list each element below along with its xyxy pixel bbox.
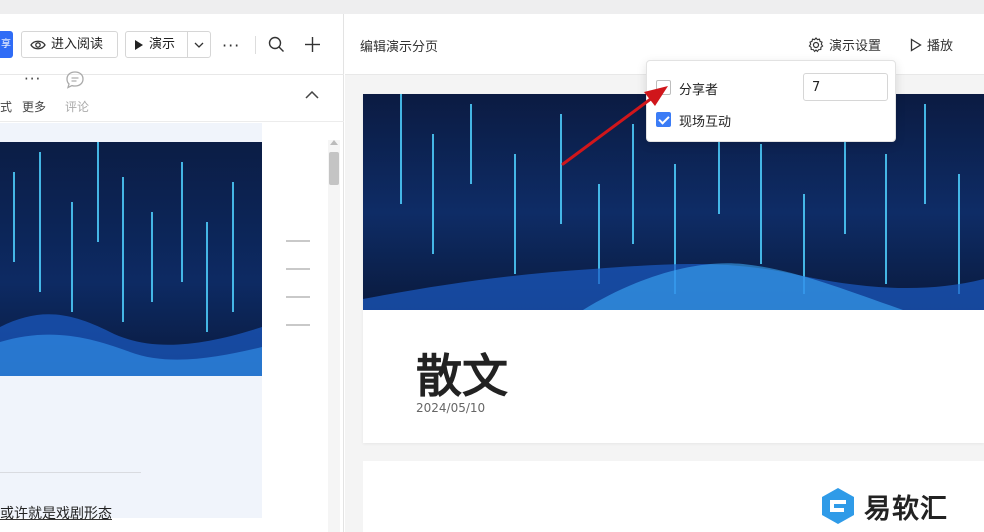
play-outline-icon — [910, 37, 922, 52]
plus-icon — [305, 37, 320, 52]
present-dropdown-button[interactable] — [188, 32, 210, 57]
sharer-label: 分享者 — [679, 83, 719, 98]
share-button[interactable]: 享 — [0, 31, 13, 58]
enter-reading-button[interactable]: 进入阅读 — [21, 31, 118, 58]
comment-icon[interactable] — [65, 70, 85, 94]
window-top-strip — [0, 0, 984, 14]
more-tool-label[interactable]: 更多 — [22, 98, 46, 115]
document-body-text[interactable]: 或许就是戏剧形态 — [0, 503, 112, 523]
document-divider — [0, 472, 141, 473]
play-button[interactable]: 播放 — [910, 35, 953, 54]
presentation-settings-popup: 分享者 现场互动 — [646, 60, 896, 142]
site-logo: 易软汇 — [818, 486, 948, 526]
live-interaction-label: 现场互动 — [679, 115, 732, 130]
slide-date: 2024/05/10 — [416, 401, 486, 415]
sharer-checkbox[interactable] — [656, 80, 671, 95]
scrollbar-thumb[interactable] — [329, 152, 339, 185]
logo-text: 易软汇 — [864, 493, 948, 525]
sharer-number-input[interactable] — [803, 73, 888, 101]
editor-scrollbar[interactable] — [328, 140, 340, 532]
outline-marker[interactable] — [286, 268, 310, 270]
outline-marker[interactable] — [286, 240, 310, 242]
present-label: 演示 — [149, 37, 176, 52]
eye-icon — [30, 40, 46, 49]
comment-tool-label[interactable]: 评论 — [65, 98, 89, 115]
format-subbar — [0, 62, 344, 122]
more-options-button[interactable]: ··· — [222, 36, 240, 55]
presentation-settings-button[interactable]: 演示设置 — [808, 35, 881, 54]
search-icon — [268, 36, 284, 52]
add-button[interactable] — [304, 36, 321, 57]
enter-reading-label: 进入阅读 — [51, 37, 104, 52]
gear-icon — [808, 36, 824, 52]
presentation-title: 编辑演示分页 — [360, 40, 439, 55]
present-button-group: 演示 — [125, 31, 211, 58]
document-cover-image — [0, 142, 262, 376]
style-tool-label[interactable]: 式 — [0, 98, 12, 115]
logo-icon — [822, 488, 854, 524]
slide-card[interactable]: 散文 2024/05/10 — [363, 94, 984, 443]
scroll-up-arrow[interactable] — [330, 140, 338, 145]
chevron-up-icon — [305, 90, 319, 99]
present-button[interactable]: 演示 — [126, 32, 188, 57]
toolbar-divider — [255, 36, 256, 54]
live-interaction-checkbox[interactable] — [656, 112, 671, 127]
outline-marker[interactable] — [286, 296, 310, 298]
play-label: 播放 — [927, 39, 954, 54]
play-icon — [135, 39, 143, 50]
slide-title: 散文 — [416, 349, 508, 403]
search-button[interactable] — [268, 36, 285, 57]
presentation-settings-label: 演示设置 — [829, 39, 882, 54]
collapse-toolbar-button[interactable] — [305, 84, 319, 103]
outline-marker[interactable] — [286, 324, 310, 326]
more-dots-icon[interactable]: ··· — [24, 70, 41, 88]
chevron-down-icon — [194, 42, 204, 48]
